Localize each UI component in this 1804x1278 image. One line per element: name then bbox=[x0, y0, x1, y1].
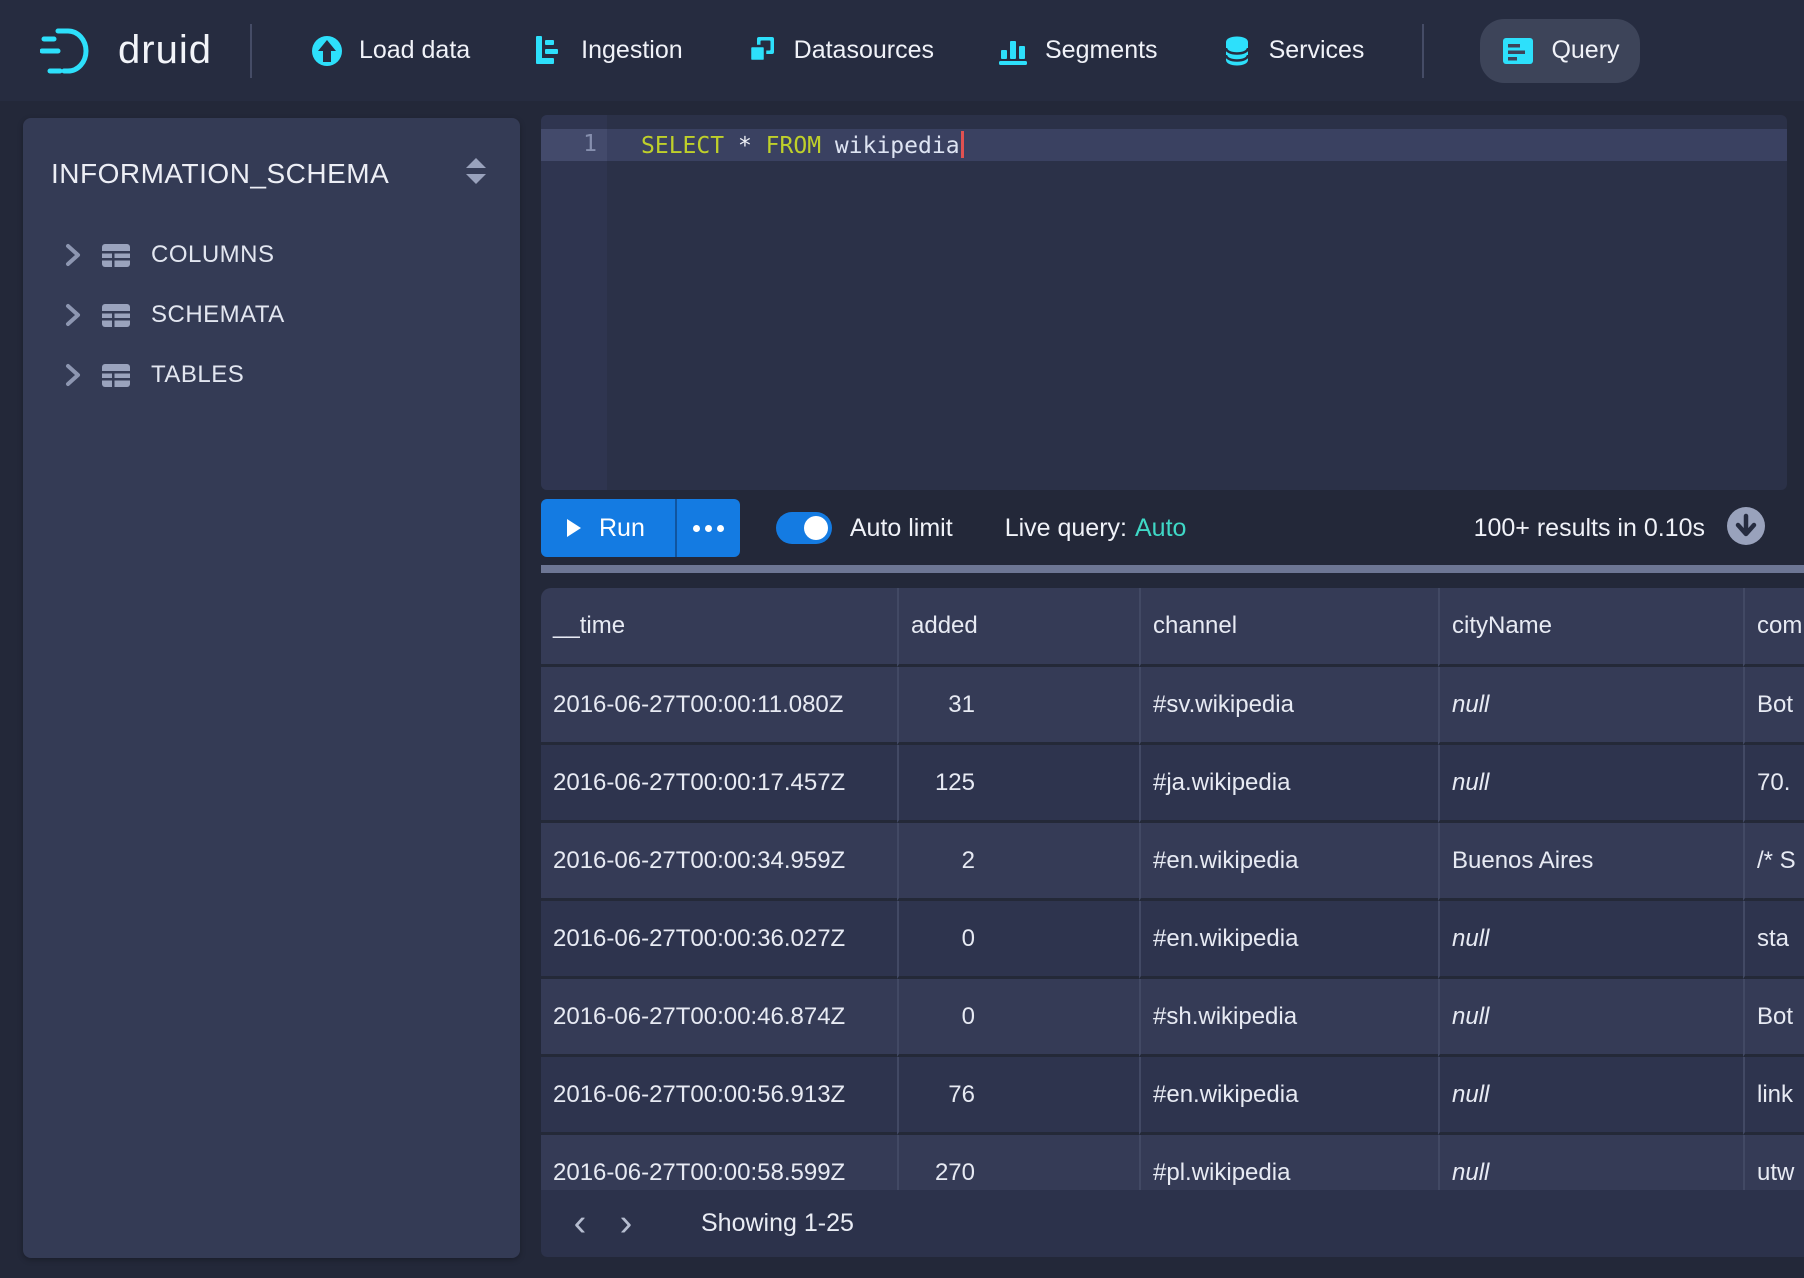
tree-item-tables[interactable]: TABLES bbox=[51, 345, 492, 405]
col-header-time[interactable]: __time bbox=[541, 588, 897, 667]
top-navbar: druid Load data Ingestion bbox=[0, 0, 1804, 101]
auto-limit-toggle-wrap: Auto limit bbox=[776, 512, 953, 544]
druid-brand[interactable]: druid bbox=[40, 25, 212, 77]
load-data-icon bbox=[310, 34, 344, 68]
next-page-icon[interactable]: › bbox=[603, 1201, 649, 1247]
chevron-right-icon bbox=[51, 362, 95, 388]
datasources-icon bbox=[745, 34, 779, 68]
segments-icon bbox=[996, 34, 1030, 68]
navbar-divider bbox=[1422, 24, 1424, 78]
schema-title: INFORMATION_SCHEMA bbox=[51, 158, 389, 190]
run-more-button[interactable] bbox=[675, 499, 740, 557]
col-header-cityname[interactable]: cityName bbox=[1438, 588, 1743, 667]
table-icon bbox=[95, 363, 151, 388]
sql-code-line: SELECT * FROM wikipedia bbox=[641, 131, 964, 159]
panel-resize-handle[interactable] bbox=[541, 565, 1804, 573]
run-bar: Run Auto limit Live query:Auto 100+ resu… bbox=[541, 497, 1787, 559]
sort-icon[interactable] bbox=[460, 152, 492, 195]
col-header-channel[interactable]: channel bbox=[1139, 588, 1438, 667]
results-table: __time added channel cityName comment 20… bbox=[541, 588, 1804, 1213]
col-header-added[interactable]: added bbox=[897, 588, 1139, 667]
more-icon bbox=[693, 525, 700, 532]
showing-label: Showing 1-25 bbox=[701, 1209, 854, 1238]
table-row: 2016-06-27T00:00:56.913Z 76 #en.wikipedi… bbox=[541, 1057, 1804, 1135]
nav-item-load-data[interactable]: Load data bbox=[290, 18, 490, 84]
auto-limit-label: Auto limit bbox=[850, 514, 953, 543]
brand-name: druid bbox=[118, 28, 212, 73]
tree-item-schemata[interactable]: SCHEMATA bbox=[51, 285, 492, 345]
table-icon bbox=[95, 243, 151, 268]
live-query-value: Auto bbox=[1135, 514, 1186, 542]
pagination-bar: ‹ › Showing 1-25 bbox=[541, 1190, 1804, 1257]
nav-item-datasources[interactable]: Datasources bbox=[725, 18, 954, 84]
navbar-divider bbox=[250, 24, 252, 78]
table-row: 2016-06-27T00:00:46.874Z 0 #sh.wikipedia… bbox=[541, 979, 1804, 1057]
results-panel: __time added channel cityName comment 20… bbox=[541, 588, 1804, 1257]
prev-page-icon[interactable]: ‹ bbox=[557, 1201, 603, 1247]
sql-keyword: SELECT bbox=[641, 133, 724, 159]
run-button[interactable]: Run bbox=[541, 499, 675, 557]
editor-gutter bbox=[541, 115, 607, 490]
tree-item-columns[interactable]: COLUMNS bbox=[51, 225, 492, 285]
query-icon bbox=[1500, 35, 1536, 67]
play-icon bbox=[565, 517, 583, 539]
nav-item-query[interactable]: Query bbox=[1480, 19, 1639, 83]
line-number: 1 bbox=[541, 131, 597, 157]
table-row: 2016-06-27T00:00:34.959Z 2 #en.wikipedia… bbox=[541, 823, 1804, 901]
sql-editor[interactable]: 1 SELECT * FROM wikipedia bbox=[541, 115, 1787, 490]
chevron-right-icon bbox=[51, 242, 95, 268]
table-icon bbox=[95, 303, 151, 328]
table-row: 2016-06-27T00:00:17.457Z 125 #ja.wikiped… bbox=[541, 745, 1804, 823]
ingestion-icon bbox=[532, 34, 566, 68]
sql-keyword: FROM bbox=[766, 133, 821, 159]
druid-logo-icon bbox=[40, 25, 102, 77]
schema-tree: COLUMNS SCHEMATA bbox=[51, 225, 492, 405]
services-icon bbox=[1220, 34, 1254, 68]
table-row: 2016-06-27T00:00:11.080Z 31 #sv.wikipedi… bbox=[541, 667, 1804, 745]
nav-item-services[interactable]: Services bbox=[1200, 18, 1385, 84]
auto-limit-toggle[interactable] bbox=[776, 512, 832, 544]
table-header-row: __time added channel cityName comment bbox=[541, 588, 1804, 667]
nav-item-ingestion[interactable]: Ingestion bbox=[512, 18, 702, 84]
chevron-right-icon bbox=[51, 302, 95, 328]
col-header-comment[interactable]: comment bbox=[1743, 588, 1804, 667]
text-cursor bbox=[961, 131, 964, 158]
live-query[interactable]: Live query:Auto bbox=[1005, 514, 1187, 543]
nav-item-segments[interactable]: Segments bbox=[976, 18, 1178, 84]
sql-table-ref: wikipedia bbox=[835, 133, 960, 159]
schema-sidebar: INFORMATION_SCHEMA COLUMNS bbox=[23, 118, 520, 1258]
table-row: 2016-06-27T00:00:36.027Z 0 #en.wikipedia… bbox=[541, 901, 1804, 979]
results-info: 100+ results in 0.10s bbox=[1474, 514, 1705, 543]
download-icon[interactable] bbox=[1725, 505, 1767, 552]
